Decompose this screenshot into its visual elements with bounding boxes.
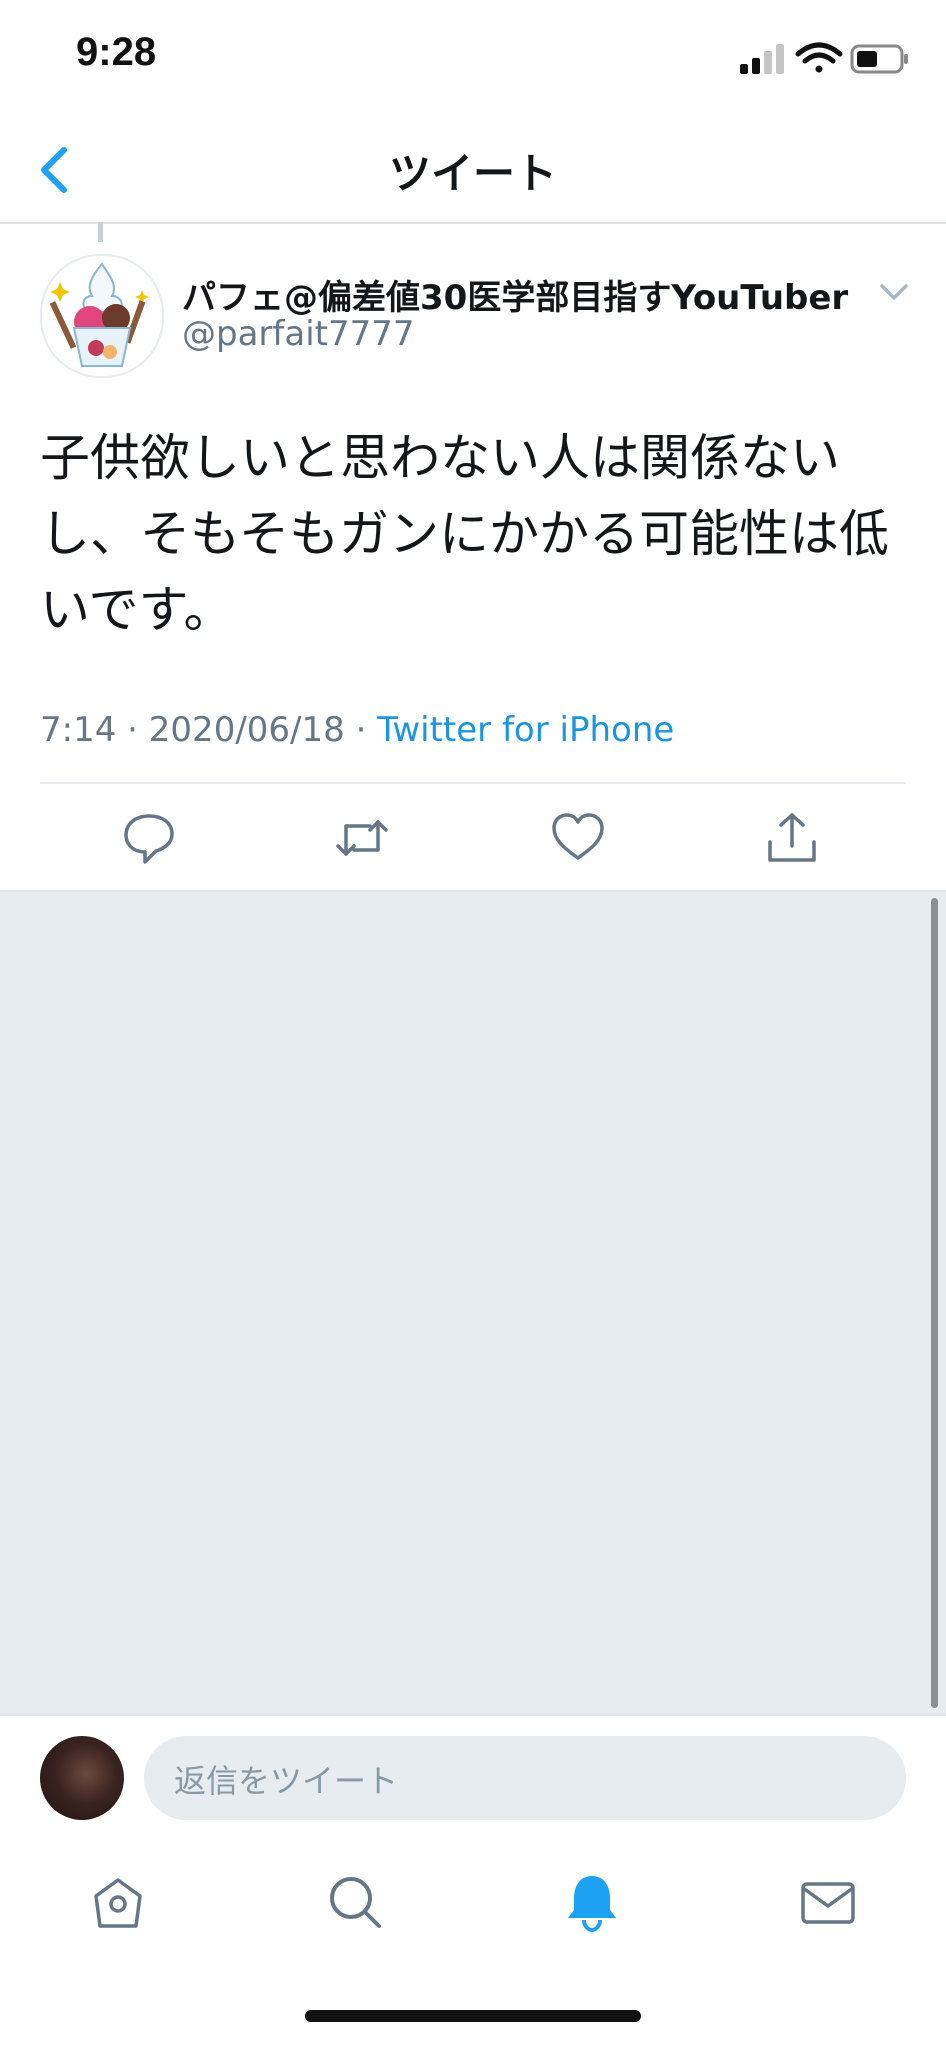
- status-icons: [740, 42, 908, 74]
- chevron-down-icon[interactable]: [876, 278, 912, 308]
- home-icon[interactable]: [88, 1872, 148, 1932]
- meta-separator: ·: [344, 710, 378, 750]
- scrollbar[interactable]: [931, 898, 938, 1708]
- empty-replies-area: [0, 892, 946, 1714]
- tweet-text: 子供欲しいと思わない人は関係ないし、そもそもガンにかかる可能性は低いです。: [40, 429, 889, 639]
- avatar[interactable]: [40, 254, 164, 378]
- user-handle[interactable]: @parfait7777: [182, 314, 415, 354]
- meta-separator: ·: [116, 710, 149, 750]
- battery-icon: [850, 44, 908, 74]
- tweet-meta: 7:14 · 2020/06/18 · Twitter for iPhone: [40, 710, 674, 750]
- share-icon[interactable]: [764, 810, 820, 866]
- display-name[interactable]: パフェ@偏差値30医学部目指すYouTuber: [182, 270, 848, 319]
- wifi-icon: [795, 42, 843, 73]
- status-bar: 9:28: [0, 0, 946, 110]
- tab-bar: [0, 1824, 946, 2048]
- reply-placeholder: 返信をツイート: [174, 1762, 399, 1800]
- reply-bar: 返信をツイート: [0, 1714, 946, 1826]
- tweet-time: 7:14: [40, 710, 117, 750]
- page-title: ツイート: [388, 149, 557, 198]
- home-indicator: [305, 2010, 641, 2022]
- tweet-actions: [0, 784, 946, 892]
- like-icon[interactable]: [550, 810, 606, 866]
- search-icon[interactable]: [325, 1872, 385, 1932]
- messages-icon[interactable]: [798, 1872, 858, 1932]
- thread-line: [98, 222, 103, 242]
- reply-icon[interactable]: [121, 810, 177, 866]
- retweet-icon[interactable]: [334, 810, 390, 866]
- notifications-icon[interactable]: [562, 1872, 622, 1932]
- signal-icon: [740, 44, 784, 74]
- tweet-source-link[interactable]: Twitter for iPhone: [377, 710, 674, 750]
- parfait-avatar-image: [49, 262, 149, 367]
- current-user-avatar[interactable]: [40, 1736, 124, 1820]
- navigation-bar: ツイート: [0, 110, 946, 224]
- reply-input[interactable]: 返信をツイート: [144, 1736, 906, 1820]
- status-time: 9:28: [76, 30, 157, 74]
- tweet-date: 2020/06/18: [148, 710, 345, 750]
